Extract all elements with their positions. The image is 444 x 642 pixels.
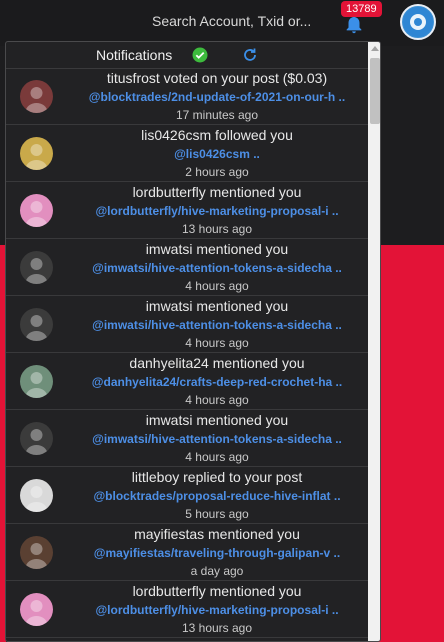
- notification-item[interactable]: lordbutterfly mentioned you @lordbutterfl…: [6, 581, 368, 638]
- refresh-icon[interactable]: [242, 47, 258, 63]
- notification-time: 4 hours ago: [185, 336, 249, 350]
- notification-time: 17 minutes ago: [175, 108, 259, 122]
- notification-item[interactable]: titusfrost voted on your post ($0.03) @bl…: [6, 68, 368, 125]
- scroll-up-arrow-icon[interactable]: [371, 46, 379, 51]
- notification-item[interactable]: lis0426csm followed you @lis0426csm .. 2 h…: [6, 125, 368, 182]
- notifications-panel: Notifications titusfrost voted on your p…: [5, 41, 381, 642]
- notification-avatar: [20, 593, 53, 626]
- notification-item[interactable]: littleboy replied to your post @blocktrad…: [6, 467, 368, 524]
- notification-time: a day ago: [190, 564, 244, 578]
- notification-link[interactable]: @imwatsi/hive-attention-tokens-a-sidecha…: [66, 318, 368, 332]
- notification-item[interactable]: imwatsi mentioned you @imwatsi/hive-atten…: [6, 410, 368, 467]
- notification-avatar: [20, 251, 53, 284]
- notification-item[interactable]: imwatsi mentioned you @imwatsi/hive-atten…: [6, 239, 368, 296]
- notification-link[interactable]: @imwatsi/hive-attention-tokens-a-sidecha…: [66, 432, 368, 446]
- notification-link[interactable]: @lordbutterfly/hive-marketing-proposal-i…: [66, 204, 368, 218]
- notification-text: titusfrost voted on your post ($0.03): [106, 70, 328, 86]
- notification-time: 4 hours ago: [185, 450, 249, 464]
- notification-link[interactable]: @lordbutterfly/hive-marketing-proposal-i…: [66, 603, 368, 617]
- notification-avatar: [20, 194, 53, 227]
- notification-avatar: [20, 80, 53, 113]
- notification-avatar: [20, 536, 53, 569]
- scrollbar[interactable]: [368, 42, 380, 641]
- notification-link[interactable]: @blocktrades/proposal-reduce-hive-inflat…: [66, 489, 368, 503]
- panel-title: Notifications: [96, 47, 173, 63]
- notification-time: 13 hours ago: [181, 222, 253, 236]
- notification-text: lordbutterfly mentioned you: [132, 184, 302, 200]
- panel-header: Notifications: [6, 42, 368, 69]
- notification-text: danhyelita24 mentioned you: [129, 355, 305, 371]
- notification-count-badge: 13789: [341, 1, 382, 17]
- notification-text: lis0426csm followed you: [141, 127, 293, 143]
- notification-time: 5 hours ago: [185, 507, 249, 521]
- notification-link[interactable]: @danhyelita24/crafts-deep-red-crochet-ha…: [66, 375, 368, 389]
- notification-item[interactable]: lordbutterfly mentioned you @lordbutterfl…: [6, 182, 368, 239]
- notification-item[interactable]: danhyelita24 mentioned you @danhyelita24/…: [6, 353, 368, 410]
- user-avatar[interactable]: [400, 4, 436, 40]
- notification-text: imwatsi mentioned you: [145, 241, 289, 257]
- notification-link[interactable]: @blocktrades/2nd-update-of-2021-on-our-h…: [66, 90, 368, 104]
- notification-item[interactable]: mayifiestas mentioned you @mayifiestas/tr…: [6, 524, 368, 581]
- notification-avatar: [20, 365, 53, 398]
- notification-text: littleboy replied to your post: [131, 469, 303, 485]
- mark-all-read-icon[interactable]: [192, 47, 208, 63]
- search-input[interactable]: Search Account, Txid or...: [152, 13, 322, 29]
- notification-text: lordbutterfly mentioned you: [132, 583, 302, 599]
- notification-time: 2 hours ago: [185, 165, 249, 179]
- notification-link[interactable]: @lis0426csm ..: [66, 147, 368, 161]
- notification-avatar: [20, 479, 53, 512]
- scroll-thumb[interactable]: [370, 58, 380, 124]
- notification-time: 13 hours ago: [181, 621, 253, 635]
- notification-link[interactable]: @imwatsi/hive-attention-tokens-a-sidecha…: [66, 261, 368, 275]
- notification-avatar: [20, 137, 53, 170]
- notification-list: titusfrost voted on your post ($0.03) @bl…: [6, 68, 368, 638]
- notification-text: imwatsi mentioned you: [145, 298, 289, 314]
- notification-link[interactable]: @mayifiestas/traveling-through-galipan-v…: [66, 546, 368, 560]
- notification-avatar: [20, 308, 53, 341]
- notification-avatar: [20, 422, 53, 455]
- notification-time: 4 hours ago: [185, 393, 249, 407]
- notification-text: imwatsi mentioned you: [145, 412, 289, 428]
- notification-text: mayifiestas mentioned you: [134, 526, 300, 542]
- notification-item[interactable]: imwatsi mentioned you @imwatsi/hive-atten…: [6, 296, 368, 353]
- notification-time: 4 hours ago: [185, 279, 249, 293]
